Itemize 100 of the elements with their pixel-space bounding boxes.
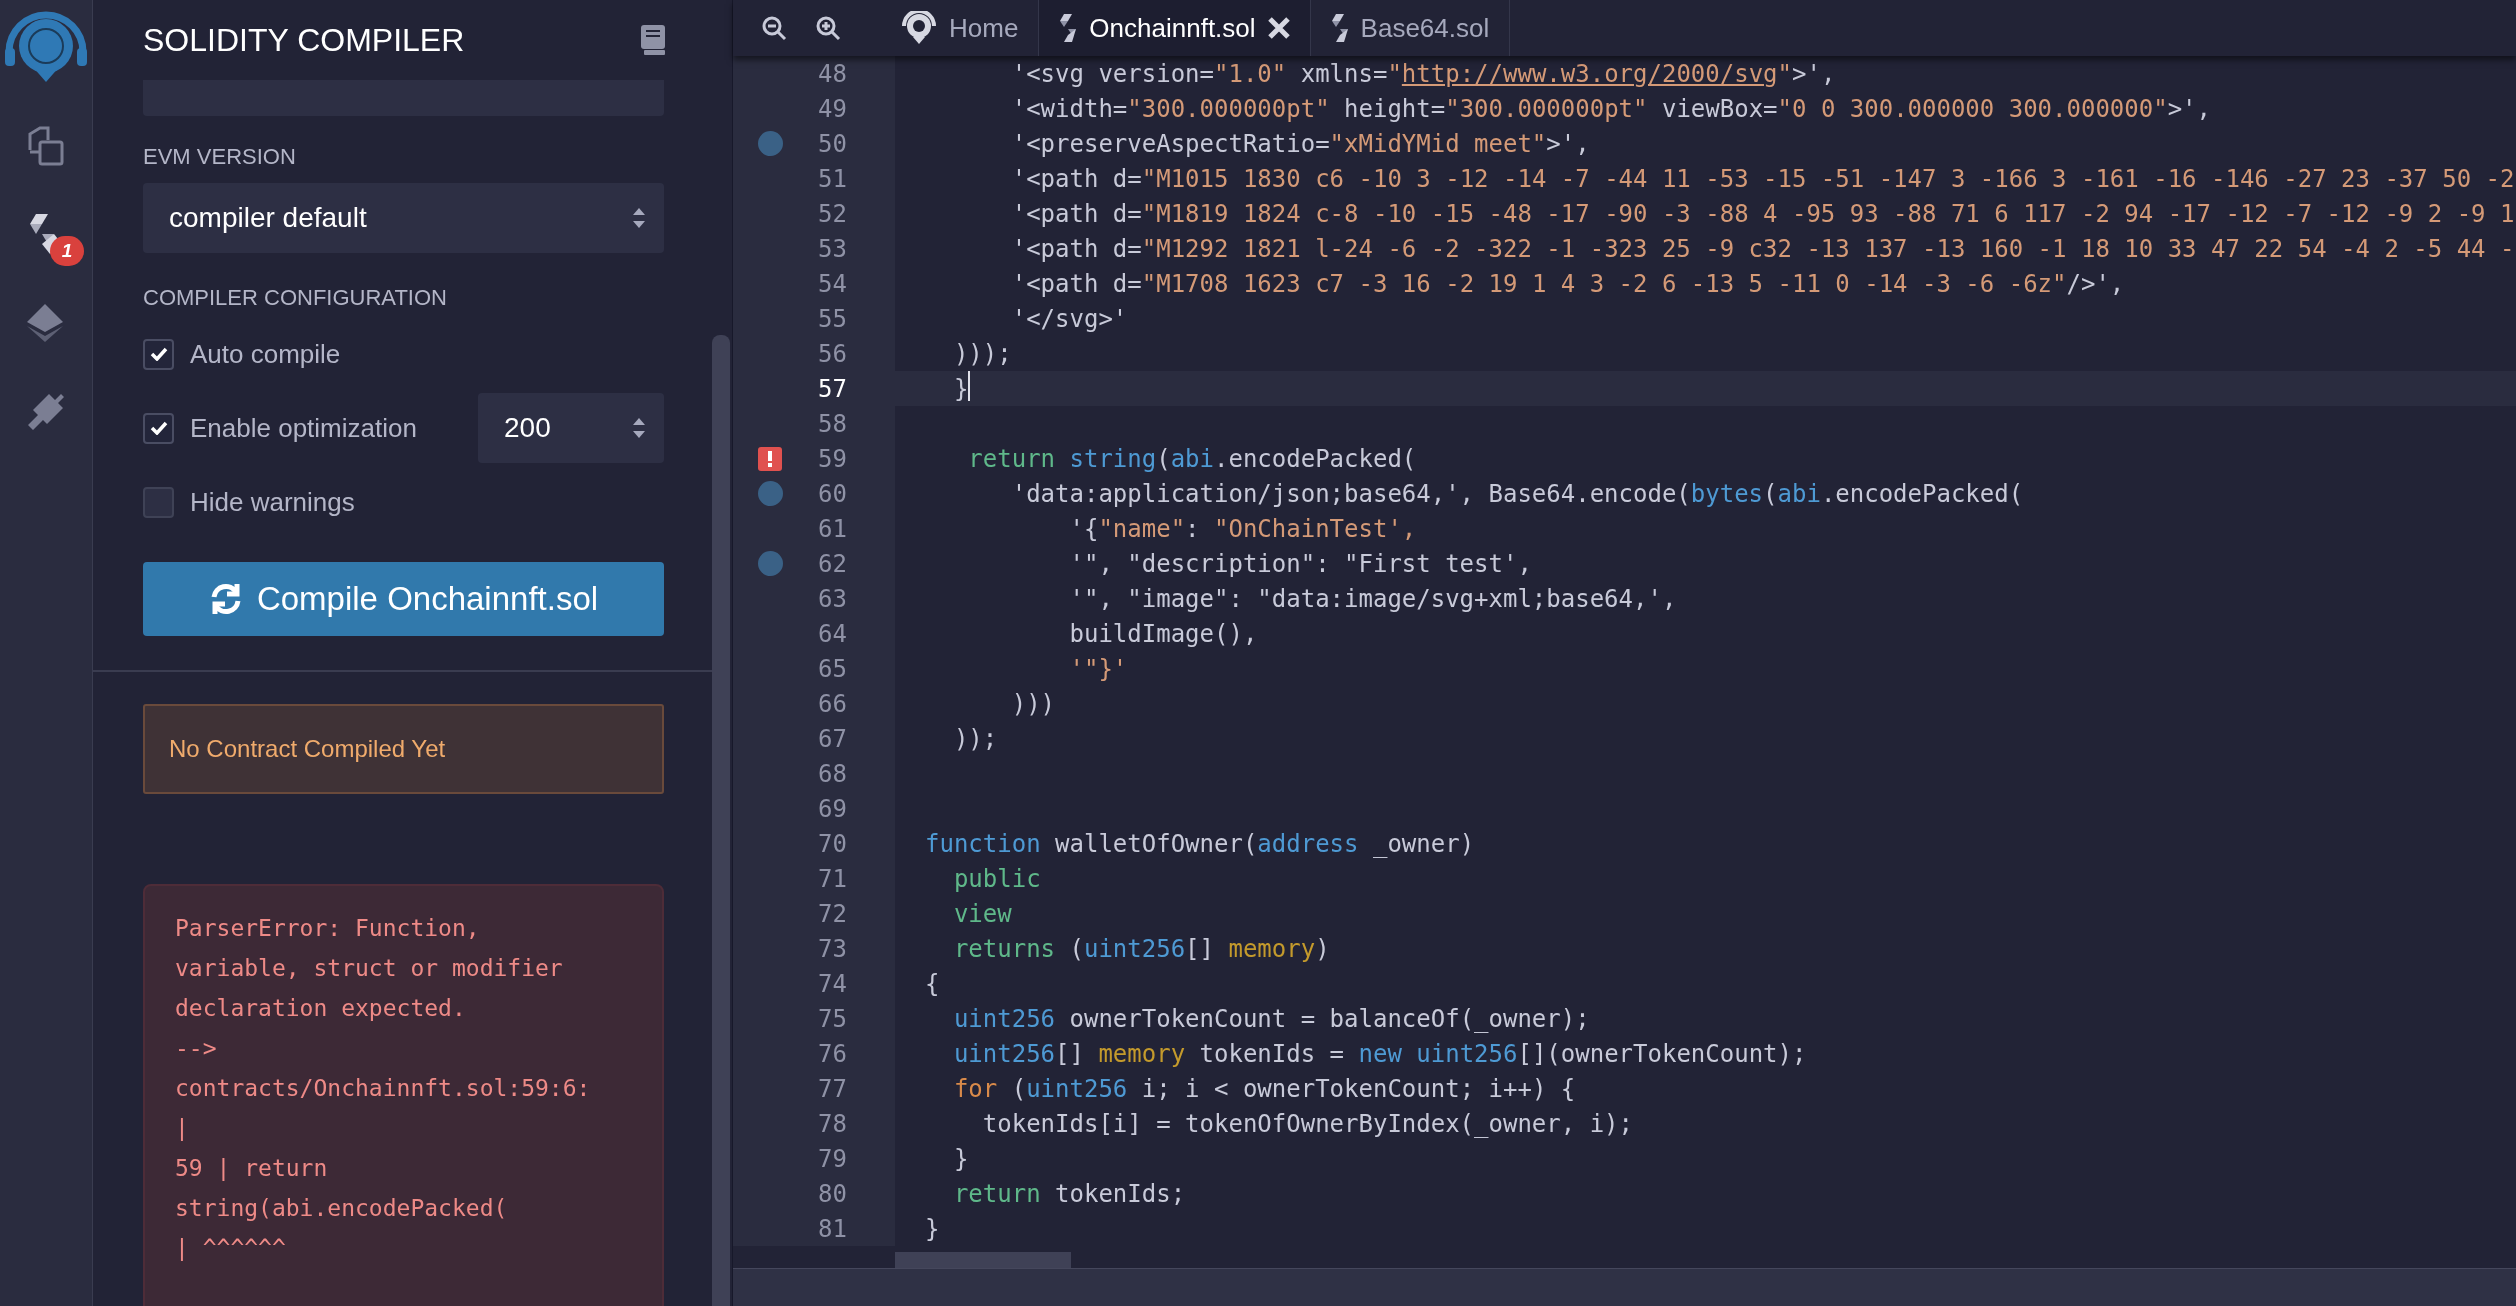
- code-line: ))): [1010, 688, 1056, 720]
- line-number: 60: [817, 478, 847, 510]
- line-number: 48: [817, 58, 847, 90]
- code-line: '</svg>': [1010, 303, 1128, 335]
- line-number: 75: [817, 1003, 847, 1035]
- code-line: '", "image": "data:image/svg+xml;base64,',: [1068, 583, 1677, 615]
- line-number: 50: [817, 128, 847, 160]
- line-number: 51: [817, 163, 847, 195]
- line-number: 56: [817, 338, 847, 370]
- code-line: '<path d="M1015 1830 c6 -10 3 -12 -14 -7 -44 11 -53 -15 -51 -147 3 -166 3 -161 -16 -146 -27 23 -37 50 -2: [1010, 163, 2515, 195]
- line-number: 53: [817, 233, 847, 265]
- code-line: view: [952, 898, 1012, 930]
- code-line: returns (uint256[] memory): [952, 933, 1330, 965]
- breakpoint-icon[interactable]: [757, 481, 783, 506]
- code-line: '", "description": "First test',: [1068, 548, 1532, 580]
- breakpoint-icon[interactable]: [757, 131, 783, 156]
- line-number: 62: [817, 548, 847, 580]
- line-number: 73: [817, 933, 847, 965]
- solidity-icon: [1059, 13, 1078, 43]
- line-number: 57: [817, 373, 847, 405]
- code-line: '"}': [1068, 653, 1128, 685]
- editor-tab[interactable]: Home: [881, 0, 1040, 56]
- line-number: 64: [817, 618, 847, 650]
- files-icon[interactable]: [26, 126, 66, 166]
- code-line: '<preserveAspectRatio="xMidYMid meet">',: [1010, 128, 1590, 160]
- code-line: for (uint256 i; i < ownerTokenCount; i++) {: [952, 1073, 1576, 1105]
- line-number: 52: [817, 198, 847, 230]
- section-label: EVM VERSION: [143, 143, 297, 171]
- checkbox[interactable]: [143, 486, 174, 518]
- code-line: {: [925, 968, 940, 1000]
- line-number: 80: [817, 1178, 847, 1210]
- error-message: ParserError: Function, variable, struct or modifier declaration expected. --> contracts/Onchainnft.sol:59:6: | 59 | return string(abi.encodePacked( | ^^^^^^: [175, 914, 592, 1263]
- code-line: return string(abi.encodePacked(: [967, 443, 1417, 475]
- line-number: 76: [817, 1038, 847, 1070]
- section-label: COMPILER CONFIGURATION: [143, 284, 448, 312]
- notification-badge: 1: [50, 236, 84, 266]
- code-line: public: [952, 863, 1041, 895]
- line-number: 67: [817, 723, 847, 755]
- code-line: '<width="300.000000pt" height="300.000000pt" viewBox="0 0 300.000000 300.000000">',: [1010, 93, 2212, 125]
- code-line: return tokenIds;: [952, 1178, 1186, 1210]
- line-number: 81: [817, 1213, 847, 1245]
- editor-tab[interactable]: Onchainnft.sol: [1039, 0, 1311, 56]
- code-line: '<svg version="1.0" xmlns="http://www.w3.org/2000/svg">',: [1010, 58, 1836, 90]
- line-number: 74: [817, 968, 847, 1000]
- line-number: 78: [817, 1108, 847, 1140]
- code-line: }: [952, 373, 969, 405]
- error-icon[interactable]: [758, 446, 782, 471]
- line-number: 65: [817, 653, 847, 685]
- checkbox[interactable]: [143, 338, 174, 370]
- zoom-in-icon[interactable]: [815, 15, 841, 41]
- editor-tab[interactable]: Base64.sol: [1310, 0, 1511, 56]
- horizontal-scrollbar[interactable]: [895, 1252, 1071, 1268]
- line-number: 55: [817, 303, 847, 335]
- checkbox-label: Auto compile: [190, 337, 342, 371]
- line-number: 70: [817, 828, 847, 860]
- line-number: 72: [817, 898, 847, 930]
- line-number: 69: [817, 793, 847, 825]
- logo-icon: [901, 11, 937, 45]
- compile-button[interactable]: Compile Onchainnft.sol: [143, 562, 665, 636]
- code-line: )));: [952, 338, 1012, 370]
- line-number: 63: [817, 583, 847, 615]
- line-number: 79: [817, 1143, 847, 1175]
- solidity-icon: [1330, 13, 1349, 43]
- line-number: 54: [817, 268, 847, 300]
- code-line: ));: [952, 723, 998, 755]
- notice-text: No Contract Compiled Yet: [169, 734, 446, 764]
- line-number: 71: [817, 863, 847, 895]
- line-number: 58: [817, 408, 847, 440]
- line-number: 59: [817, 443, 847, 475]
- checkbox-label: Enable optimization: [190, 411, 418, 445]
- code-line: uint256 ownerTokenCount = balanceOf(_owner);: [952, 1003, 1590, 1035]
- updown-icon: [632, 206, 647, 230]
- evm-version-select[interactable]: compiler default: [143, 183, 665, 253]
- code-line: '{"name": "OnChainTest',: [1068, 513, 1417, 545]
- code-line: }: [925, 1213, 940, 1245]
- checkbox-label: Hide warnings: [190, 485, 356, 519]
- code-line: 'data:application/json;base64,', Base64.encode(bytes(abi.encodePacked(: [1010, 478, 2024, 510]
- code-line: }: [952, 1143, 969, 1175]
- checkbox[interactable]: [143, 412, 174, 444]
- line-number: 77: [817, 1073, 847, 1105]
- runs-field[interactable]: 200: [478, 393, 665, 463]
- checkmark-icon: [149, 421, 168, 435]
- panel-title: SOLIDITY COMPILER: [143, 21, 465, 60]
- checkmark-icon: [149, 347, 168, 361]
- code-line: tokenIds[i] = tokenOfOwnerByIndex(_owner, i);: [981, 1108, 1633, 1140]
- code-line: function walletOfOwner(address _owner): [925, 828, 1475, 860]
- book-icon[interactable]: [641, 25, 666, 55]
- code-line: '<path d="M1819 1824 c-8 -10 -15 -48 -17 -90 -3 -88 4 -95 93 -88 71 6 117 -2 94 -17 -12 -7 -12 -9 2 -9 1: [1010, 198, 2515, 230]
- line-number: 66: [817, 688, 847, 720]
- code-line: '<path d="M1292 1821 l-24 -6 -2 -322 -1 -323 25 -9 c32 -13 137 -13 160 -1 18 10 33 47 22 54 -4 2 -5 44 -: [1010, 233, 2515, 265]
- zoom-out-icon[interactable]: [761, 15, 787, 41]
- scrollbar-thumb[interactable]: [712, 335, 731, 1306]
- breakpoint-icon[interactable]: [757, 551, 783, 576]
- line-number: 68: [817, 758, 847, 790]
- code-line: buildImage(),: [1068, 618, 1258, 650]
- line-number: 61: [817, 513, 847, 545]
- close-icon[interactable]: [1267, 17, 1290, 39]
- code-line: uint256[] memory tokenIds = new uint256[](ownerTokenCount);: [952, 1038, 1807, 1070]
- code-line: '<path d="M1708 1623 c7 -3 16 -2 19 1 4 3 -2 6 -13 5 -11 0 -14 -3 -6 -6z"/>',: [1010, 268, 2125, 300]
- updown-icon: [632, 416, 647, 440]
